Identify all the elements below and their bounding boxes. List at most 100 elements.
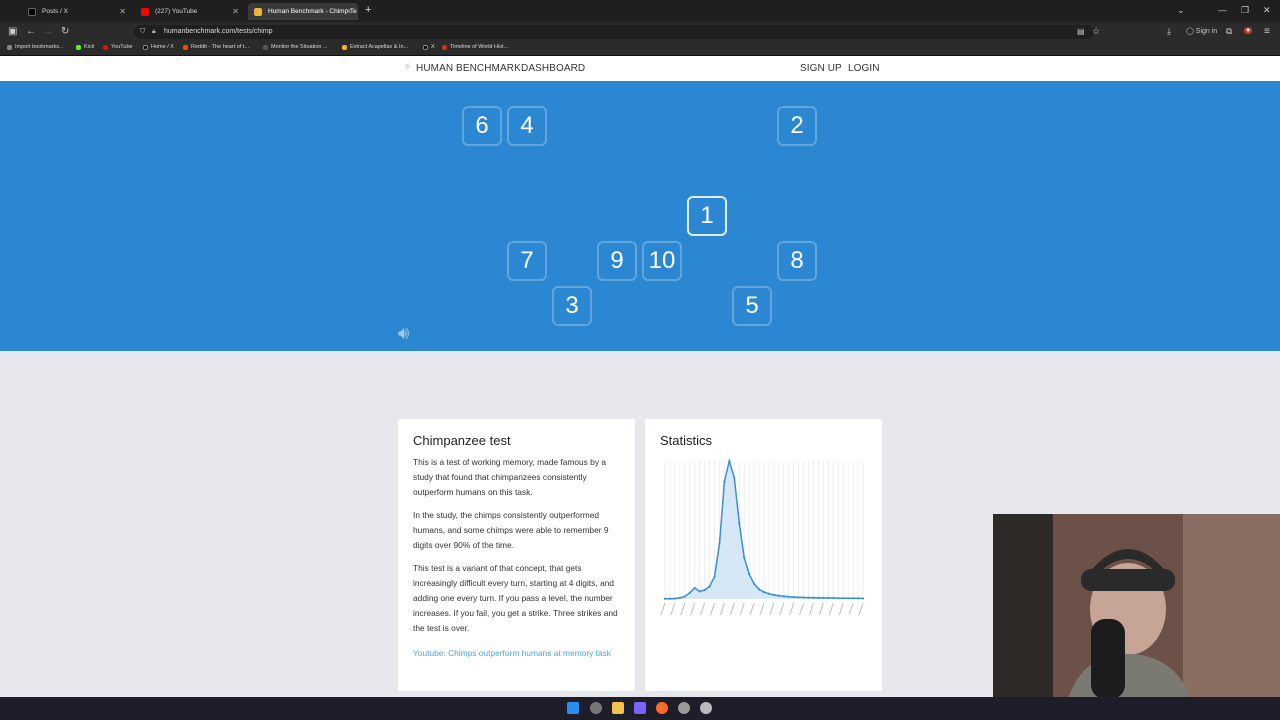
tab-posts-x[interactable]: Posts / X ✕ <box>22 3 132 20</box>
bookmark-item[interactable]: Home / X <box>143 44 174 50</box>
bookmark-item[interactable]: Kick <box>76 44 94 50</box>
forward-icon[interactable]: → <box>43 26 53 37</box>
bookmark-item[interactable]: YouTube <box>103 44 133 50</box>
sidebar-icon[interactable]: ▣ <box>8 26 17 37</box>
new-tab-icon[interactable]: + <box>365 4 371 16</box>
data-point <box>688 591 691 594</box>
data-point <box>842 597 845 600</box>
flag-icon <box>442 44 447 50</box>
number-cell[interactable]: 2 <box>777 106 817 146</box>
x-tick <box>809 602 814 616</box>
address-bar[interactable]: ⛉ 🔒︎ humanbenchmark.com/tests/chimp <box>134 25 1094 39</box>
bookmark-item[interactable]: X <box>423 44 435 50</box>
notification-badge-icon[interactable]: ● <box>1244 27 1253 34</box>
data-point <box>792 595 795 599</box>
x-tick <box>769 602 775 616</box>
bookmark-label: Reddit - The heart of t... <box>191 44 249 50</box>
data-point <box>723 480 726 483</box>
bookmark-item[interactable]: Extract Acapellas & In... <box>342 44 408 50</box>
number-cell[interactable]: 4 <box>507 106 547 146</box>
x-tick <box>670 602 676 616</box>
reload-icon[interactable]: ↻ <box>61 26 69 37</box>
login-link[interactable]: LOGIN <box>848 63 880 74</box>
import-icon <box>7 44 12 50</box>
number-cell[interactable]: 7 <box>507 241 547 281</box>
bookmark-item[interactable]: Timeline of World Hist... <box>442 44 508 50</box>
site-header: ⚡︎ HUMAN BENCHMARK DASHBOARD SIGN UP LOG… <box>0 56 1280 81</box>
data-point <box>683 595 686 598</box>
signup-link[interactable]: SIGN UP <box>800 63 842 74</box>
data-point <box>777 594 780 597</box>
tab-title: (227) YouTube <box>155 8 198 15</box>
bookmark-item[interactable]: Monitor the Situation ... <box>263 44 328 50</box>
data-point <box>718 542 721 545</box>
number-cell[interactable]: 1 <box>687 196 727 236</box>
data-point <box>728 459 731 463</box>
number-cell[interactable]: 3 <box>552 286 592 326</box>
dashboard-link[interactable]: DASHBOARD <box>521 63 585 74</box>
number-cell[interactable]: 8 <box>777 241 817 281</box>
search-icon[interactable] <box>590 702 602 714</box>
speaker-icon[interactable]: 🔊︎ <box>398 323 409 344</box>
number-cell[interactable]: 10 <box>642 241 682 281</box>
bookmark-item[interactable]: Import bookmarks... <box>7 44 64 50</box>
statistics-title: Statistics <box>660 433 713 448</box>
brand-link[interactable]: HUMAN BENCHMARK <box>416 63 521 74</box>
lock-icon[interactable]: 🔒︎ <box>152 25 156 39</box>
number-cell[interactable]: 5 <box>732 286 772 326</box>
data-point <box>807 596 810 599</box>
windows-taskbar <box>0 697 1280 720</box>
back-icon[interactable]: ← <box>26 26 36 37</box>
data-point <box>861 597 865 600</box>
info-paragraph: This test is a variant of that concept, … <box>413 563 618 633</box>
close-tab-icon[interactable]: ✕ <box>232 7 239 16</box>
reader-view-icon[interactable]: ▤ <box>1077 27 1085 36</box>
number-cell[interactable]: 9 <box>597 241 637 281</box>
tab-title: Human Benchmark - Chimp Te <box>268 8 357 15</box>
youtube-link[interactable]: Youtube: Chimps outperform humans at mem… <box>413 646 623 661</box>
close-tab-icon[interactable]: ✕ <box>345 7 352 16</box>
discord-icon[interactable] <box>634 702 646 714</box>
close-window-icon[interactable]: ✕ <box>1263 5 1271 16</box>
bookmark-label: Home / X <box>151 44 174 50</box>
x-tick <box>789 602 795 616</box>
x-tick <box>719 602 725 616</box>
sign-in-button[interactable]: ◯ Sign in <box>1186 27 1217 35</box>
menu-icon[interactable]: ≡ <box>1264 26 1270 37</box>
statistics-chart <box>660 458 865 616</box>
lightning-bolt-icon: ⚡︎ <box>404 62 412 73</box>
extensions-icon[interactable]: ⧉ <box>1226 26 1232 37</box>
data-point <box>817 596 820 599</box>
acapella-logo-icon <box>342 44 347 50</box>
close-tab-icon[interactable]: ✕ <box>119 7 126 16</box>
info-paragraph: In the study, the chimps consistently ou… <box>413 510 609 550</box>
data-point <box>822 596 825 599</box>
x-tick <box>838 602 844 616</box>
data-point <box>693 586 696 590</box>
file-explorer-icon[interactable] <box>612 702 624 714</box>
download-icon[interactable]: ⤓ <box>1167 26 1171 37</box>
data-point <box>668 597 672 600</box>
minimize-icon[interactable]: — <box>1218 5 1227 15</box>
restore-icon[interactable]: ❐ <box>1241 5 1249 16</box>
x-tick <box>729 602 735 616</box>
x-tick <box>828 602 834 616</box>
tab-youtube[interactable]: (227) YouTube ✕ <box>135 3 245 20</box>
x-tick <box>799 602 805 616</box>
firefox-icon[interactable] <box>656 702 668 714</box>
settings-icon[interactable] <box>700 702 712 714</box>
bookmark-item[interactable]: Reddit - The heart of t... <box>183 44 249 50</box>
obs-icon[interactable] <box>678 702 690 714</box>
data-point <box>703 588 706 592</box>
number-cell[interactable]: 6 <box>462 106 502 146</box>
data-point <box>753 582 756 585</box>
tab-list-icon[interactable]: ⌄ <box>1177 5 1185 16</box>
x-tick <box>680 602 686 616</box>
start-icon[interactable] <box>567 702 579 714</box>
data-point <box>827 596 830 600</box>
tab-human-benchmark[interactable]: Human Benchmark - Chimp Te ✕ <box>248 3 358 20</box>
sign-in-label: Sign in <box>1195 28 1218 35</box>
data-point <box>847 597 850 600</box>
bookmark-star-icon[interactable]: ☆ <box>1092 26 1100 37</box>
shield-icon[interactable]: ⛉ <box>140 25 145 39</box>
